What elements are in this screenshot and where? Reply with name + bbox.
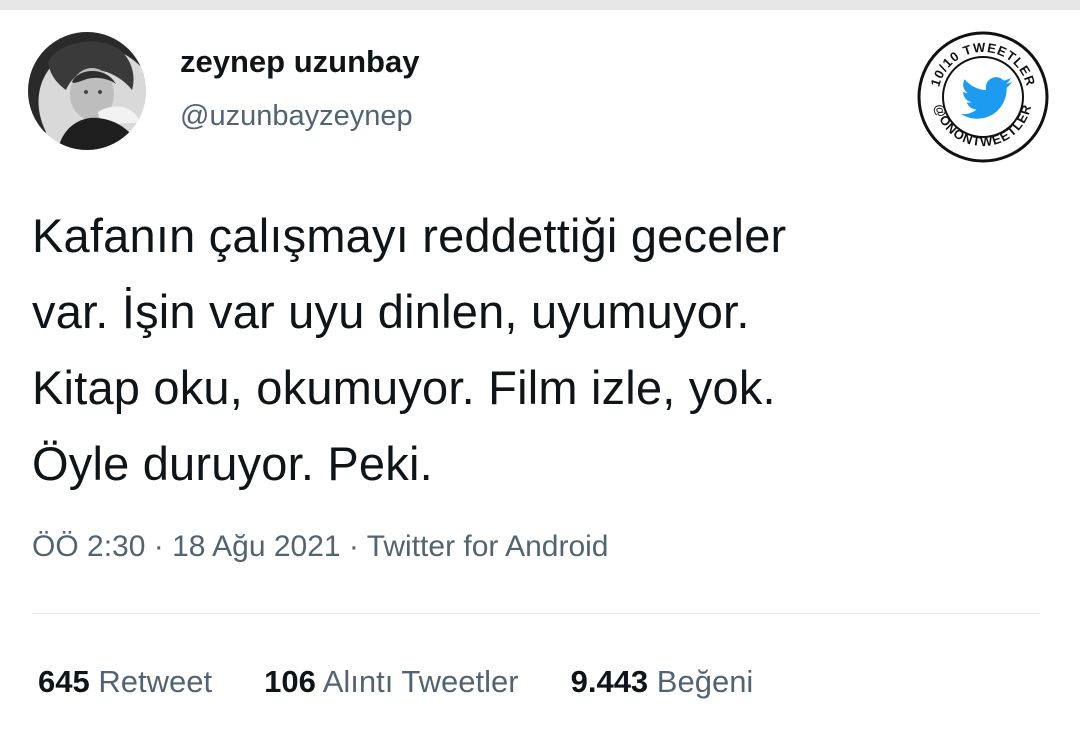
avatar[interactable] <box>28 32 146 150</box>
like-stat[interactable]: 9.443 Beğeni <box>571 664 754 700</box>
tweet-stats: 645 Retweet 106 Alıntı Tweetler 9.443 Be… <box>38 664 805 700</box>
like-label: Beğeni <box>656 664 754 699</box>
quote-stat[interactable]: 106 Alıntı Tweetler <box>264 664 519 700</box>
brand-badge: 10/10 TWEETLER @ONONTWEETLER <box>916 30 1050 164</box>
top-strip <box>0 0 1080 10</box>
quote-count: 106 <box>264 664 316 699</box>
retweet-stat[interactable]: 645 Retweet <box>38 664 212 700</box>
tweet-date[interactable]: 18 Ağu 2021 <box>172 530 341 563</box>
tweet-time[interactable]: ÖÖ 2:30 <box>32 530 145 563</box>
like-count: 9.443 <box>570 664 649 699</box>
divider <box>32 613 1040 614</box>
badge-seal: 10/10 TWEETLER @ONONTWEETLER <box>917 31 1049 163</box>
quote-label: Alıntı Tweetler <box>322 664 519 699</box>
tweet-source[interactable]: Twitter for Android <box>367 530 609 563</box>
user-handle[interactable]: @uzunbayzeynep <box>180 100 413 133</box>
retweet-count: 645 <box>38 664 90 699</box>
meta-separator: · <box>145 530 173 563</box>
display-name[interactable]: zeynep uzunbay <box>180 44 419 80</box>
tweet-text: Kafanın çalışmayı reddettiği geceler var… <box>32 209 787 490</box>
retweet-label: Retweet <box>98 664 213 699</box>
tweet-meta: ÖÖ 2:30 · 18 Ağu 2021 · Twitter for Andr… <box>32 530 609 564</box>
meta-separator-2: · <box>340 530 367 563</box>
avatar-photo <box>28 32 146 150</box>
